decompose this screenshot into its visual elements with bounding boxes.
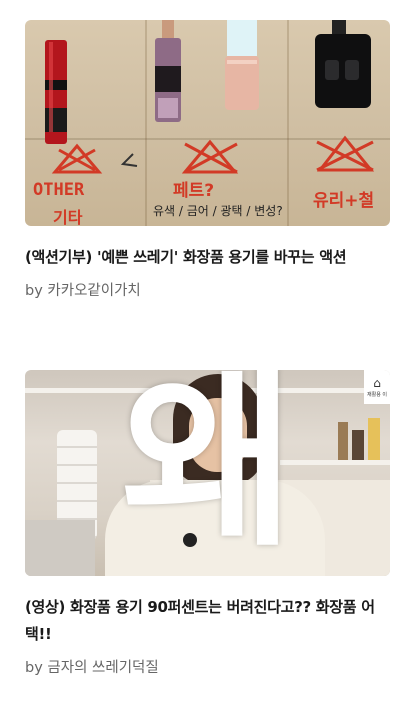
- annotation-pet-sub: 유색 / 금어 / 광택 / 변성?: [153, 204, 283, 218]
- perfume-bottle-icon: [155, 20, 181, 122]
- channel-logo: ⌂ 재활용 이: [364, 370, 390, 404]
- article-thumbnail[interactable]: OTHER 기타 페트? 유색 / 금어 / 광택 / 변성? 유리+철: [25, 20, 390, 226]
- red-bottle-icon: [45, 40, 67, 144]
- channel-logo-text: 재활용 이: [367, 391, 387, 398]
- article-feed: OTHER 기타 페트? 유색 / 금어 / 광택 / 변성? 유리+철 (액션…: [0, 0, 404, 716]
- article-byline: by 금자의 쓰레기덕질: [25, 660, 159, 676]
- annotation-other-sub: 기타: [53, 208, 83, 226]
- recycle-mark-icon: [181, 139, 239, 174]
- annotation-glass: 유리+철: [313, 191, 375, 211]
- article-title[interactable]: (영상) 화장품 용기 90퍼센트는 버려진다고?? 화장품 어택!!: [25, 594, 390, 648]
- article-card[interactable]: 왜 ⌂ 재활용 이 (영상) 화장품 용기 90퍼센트는 버려진다고?? 화장품…: [25, 370, 390, 677]
- article-byline: by 카카오같이가치: [25, 283, 141, 299]
- bottles-icon: [338, 418, 380, 460]
- video-thumbnail[interactable]: 왜 ⌂ 재활용 이: [25, 370, 390, 576]
- article-title[interactable]: (액션기부) '예쁜 쓰레기' 화장품 용기를 바꾸는 액션: [25, 244, 390, 271]
- arrow-icon: [120, 153, 138, 167]
- recycle-mark-icon: [51, 143, 103, 174]
- overlay-caption: 왜: [121, 370, 296, 572]
- black-jar-icon: [315, 20, 371, 108]
- annotation-pet: 페트?: [173, 181, 215, 201]
- recycle-mark-icon: [316, 135, 375, 172]
- article-card[interactable]: OTHER 기타 페트? 유색 / 금어 / 광택 / 변성? 유리+철 (액션…: [25, 20, 390, 300]
- chair: [25, 520, 95, 576]
- tube-bottle-icon: [225, 20, 259, 110]
- annotation-other: OTHER: [33, 180, 85, 200]
- recycle-logo-icon: ⌂: [373, 375, 381, 390]
